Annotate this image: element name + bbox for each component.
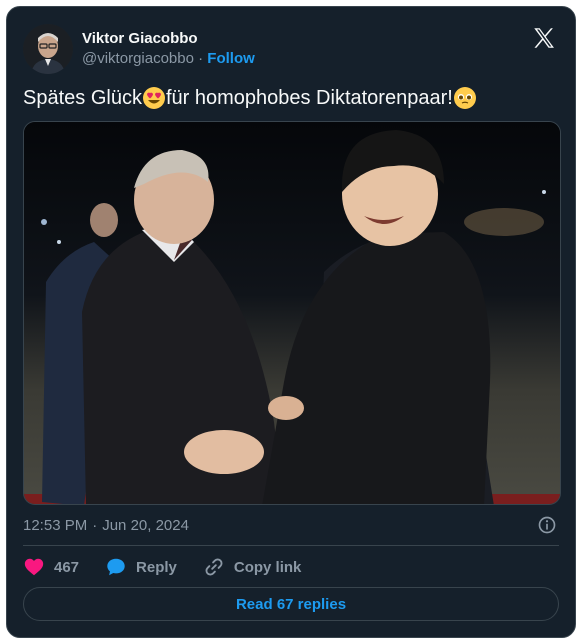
tweet-time[interactable]: 12:53 PM bbox=[23, 517, 87, 534]
tweet-date[interactable]: Jun 20, 2024 bbox=[102, 517, 189, 534]
copy-link-label: Copy link bbox=[233, 558, 302, 576]
separator-dot: · bbox=[198, 50, 204, 67]
action-bar: 467 Reply Copy link bbox=[23, 555, 559, 579]
tweet-header: Viktor Giacobbo @viktorgiacobbo · Follow bbox=[23, 21, 561, 77]
info-icon[interactable] bbox=[537, 515, 557, 535]
follow-button[interactable]: Follow bbox=[207, 50, 255, 67]
display-name[interactable]: Viktor Giacobbo bbox=[82, 29, 255, 49]
tweet-text-part-2: für homophobes Diktatorenpaar! bbox=[165, 87, 453, 109]
x-logo-icon[interactable] bbox=[531, 25, 557, 51]
read-replies-button[interactable]: Read 67 replies bbox=[23, 587, 559, 621]
reply-button[interactable]: Reply bbox=[105, 556, 177, 578]
meta-separator: · bbox=[92, 516, 98, 534]
copy-link-button[interactable]: Copy link bbox=[203, 556, 302, 578]
reply-bubble-icon bbox=[107, 558, 125, 576]
photo-illustration bbox=[24, 122, 560, 504]
tweet-text-part-1: Spätes Glück bbox=[23, 87, 142, 109]
reply-label: Reply bbox=[136, 558, 177, 576]
avatar[interactable] bbox=[23, 24, 73, 74]
heart-icon bbox=[24, 558, 44, 576]
heart-eyes-emoji-icon bbox=[142, 87, 165, 109]
divider bbox=[23, 545, 559, 546]
user-handle[interactable]: @viktorgiacobbo bbox=[82, 50, 194, 67]
like-count: 467 bbox=[54, 558, 80, 576]
tweet-meta: 12:53 PM · Jun 20, 2024 bbox=[23, 515, 559, 535]
pleading-face-emoji-icon bbox=[453, 87, 476, 109]
like-button[interactable]: 467 bbox=[23, 556, 79, 578]
tweet-text: Spätes Glück für homophobes Diktatorenpa… bbox=[23, 85, 559, 111]
link-icon bbox=[205, 558, 223, 576]
tweet-card: Viktor Giacobbo @viktorgiacobbo · Follow… bbox=[6, 6, 576, 638]
tweet-photo[interactable] bbox=[23, 121, 561, 505]
